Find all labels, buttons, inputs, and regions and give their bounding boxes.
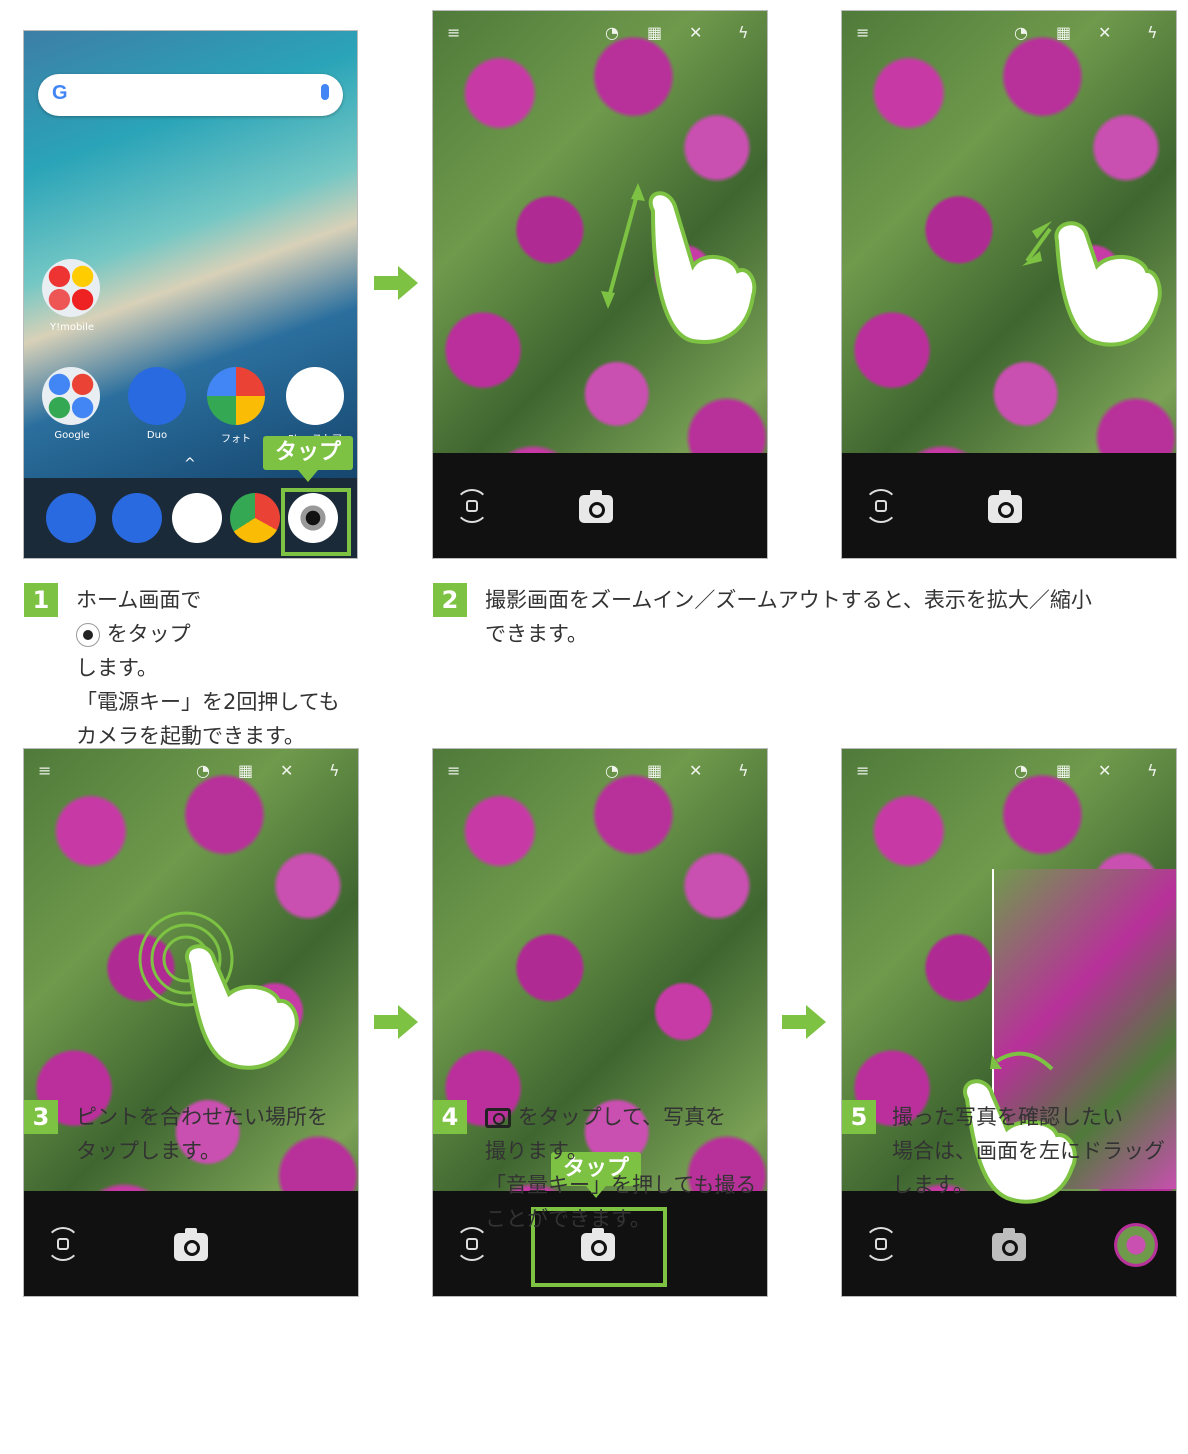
camera-zoom-screen-a: ≡ ◔ ▦ ✕ ϟ [433,11,767,558]
camera-app-inline-icon [76,623,100,647]
menu-icon[interactable]: ≡ [447,23,460,42]
google-search-bar[interactable]: G [38,74,343,116]
switch-camera-icon[interactable] [455,489,489,523]
play-store-app-icon[interactable] [286,367,344,425]
step-5-caption: 撮った写真を確認したい 場合は、画面を左にドラッグ します。 [892,1100,1182,1202]
hdr-icon[interactable]: ✕ [1098,761,1111,780]
hdr-icon[interactable]: ✕ [1098,23,1111,42]
photos-app-icon[interactable] [207,367,265,425]
switch-camera-icon[interactable] [864,489,898,523]
grid-icon[interactable]: ▦ [647,761,662,780]
hdr-icon[interactable]: ✕ [689,23,702,42]
next-arrow-icon [374,266,418,300]
app-label-ymobile: Y!mobile [49,322,95,333]
step-4-caption: をタップして、写真を 撮ります。 「音量キー」を押しても撮る ことができます。 [485,1100,775,1236]
camera-control-bar [842,453,1176,558]
step-3-line-1: ピントを合わせたい場所を [76,1105,328,1129]
camera-control-bar [24,1191,358,1296]
camera-top-icons: ≡ ◔ ▦ ✕ ϟ [842,761,1176,789]
chrome-app-icon[interactable] [230,493,280,543]
step-number-5: 5 [842,1100,876,1134]
step-2-line-1: 撮影画面をズームイン／ズームアウトすると、表示を拡大／縮小 [485,588,1092,612]
flash-icon[interactable]: ϟ [1147,761,1158,780]
mic-icon[interactable] [321,84,329,100]
step-1-line-1: ホーム画面で [76,588,202,612]
camera-top-icons: ≡ ◔ ▦ ✕ ϟ [842,23,1176,51]
step-1-line-2: をタップ [106,622,191,646]
highlight-frame-camera-icon [281,488,351,556]
step-3-caption: ピントを合わせたい場所を タップします。 [76,1100,376,1168]
step-1-line-4: 「電源キー」を2回押しても [76,690,340,714]
menu-icon[interactable]: ≡ [38,761,51,780]
switch-camera-icon[interactable] [455,1227,489,1261]
step-number-1: 1 [24,583,58,617]
step-5-line-3: します。 [892,1173,974,1197]
step-2-caption: 撮影画面をズームイン／ズームアウトすると、表示を拡大／縮小 できます。 [485,583,1175,651]
menu-icon[interactable]: ≡ [447,761,460,780]
step-number-4: 4 [433,1100,467,1134]
step-1-caption: ホーム画面で をタップ します。 「電源キー」を2回押しても カメラを起動できま… [76,583,376,753]
app-label-duo: Duo [146,430,168,441]
next-arrow-icon [782,1005,826,1039]
gmail-app-icon[interactable] [172,493,222,543]
step-5-line-2: 場合は、画面を左にドラッグ [892,1139,1165,1163]
step-1-line-3: します。 [76,656,158,680]
phone-app-icon[interactable] [46,493,96,543]
camera-top-icons: ≡ ◔ ▦ ✕ ϟ [24,761,358,789]
step-4-line-1: をタップして、写真を [517,1105,727,1129]
flash-icon[interactable]: ϟ [738,761,749,780]
next-arrow-icon [374,1005,418,1039]
shutter-button[interactable] [579,490,613,523]
camera-preview-drag-screen: ≡ ◔ ▦ ✕ ϟ [842,749,1176,1296]
google-g-icon: G [52,82,68,104]
step-5-line-1: 撮った写真を確認したい [892,1105,1123,1129]
timer-icon[interactable]: ◔ [605,23,619,42]
google-folder-icon[interactable] [42,367,100,425]
tap-callout-camera: タップ [263,436,353,482]
step-1-line-5: カメラを起動できます。 [76,724,305,748]
hdr-icon[interactable]: ✕ [280,761,293,780]
grid-icon[interactable]: ▦ [1056,23,1071,42]
camera-top-icons: ≡ ◔ ▦ ✕ ϟ [433,23,767,51]
pinch-in-gesture-icon [1022,221,1162,347]
flash-icon[interactable]: ϟ [738,23,749,42]
tap-focus-gesture-icon [138,911,299,1070]
menu-icon[interactable]: ≡ [856,23,869,42]
shutter-button[interactable] [988,490,1022,523]
hdr-icon[interactable]: ✕ [689,761,702,780]
duo-app-icon[interactable] [128,367,186,425]
timer-icon[interactable]: ◔ [1014,761,1028,780]
flash-icon[interactable]: ϟ [1147,23,1158,42]
grid-icon[interactable]: ▦ [238,761,253,780]
shutter-inline-icon [485,1108,511,1128]
app-label-google: Google [54,430,90,441]
app-drawer-chevron-icon[interactable]: ^ [184,456,196,472]
grid-icon[interactable]: ▦ [1056,761,1071,780]
step-3-line-2: タップします。 [76,1139,221,1163]
camera-top-icons: ≡ ◔ ▦ ✕ ϟ [433,761,767,789]
camera-focus-screen: ≡ ◔ ▦ ✕ ϟ [24,749,358,1296]
camera-zoom-screen-b: ≡ ◔ ▦ ✕ ϟ [842,11,1176,558]
step-number-3: 3 [24,1100,58,1134]
timer-icon[interactable]: ◔ [196,761,210,780]
flash-icon[interactable]: ϟ [329,761,340,780]
switch-camera-icon[interactable] [46,1227,80,1261]
ymobile-folder-icon[interactable] [42,259,100,317]
grid-icon[interactable]: ▦ [647,23,662,42]
shutter-button[interactable] [992,1228,1026,1261]
messages-app-icon[interactable] [112,493,162,543]
step-2-line-2: できます。 [485,622,588,646]
switch-camera-icon[interactable] [864,1227,898,1261]
timer-icon[interactable]: ◔ [1014,23,1028,42]
step-4-line-2: 撮ります。 [485,1139,588,1163]
menu-icon[interactable]: ≡ [856,761,869,780]
photo-thumbnail[interactable] [1114,1223,1158,1267]
step-4-line-3: 「音量キー」を押しても撮る [485,1173,757,1197]
camera-control-bar [433,453,767,558]
pinch-out-gesture-icon [601,183,757,344]
shutter-button[interactable] [174,1228,208,1261]
step-4-line-4: ことができます。 [485,1207,651,1231]
timer-icon[interactable]: ◔ [605,761,619,780]
step-number-2: 2 [433,583,467,617]
